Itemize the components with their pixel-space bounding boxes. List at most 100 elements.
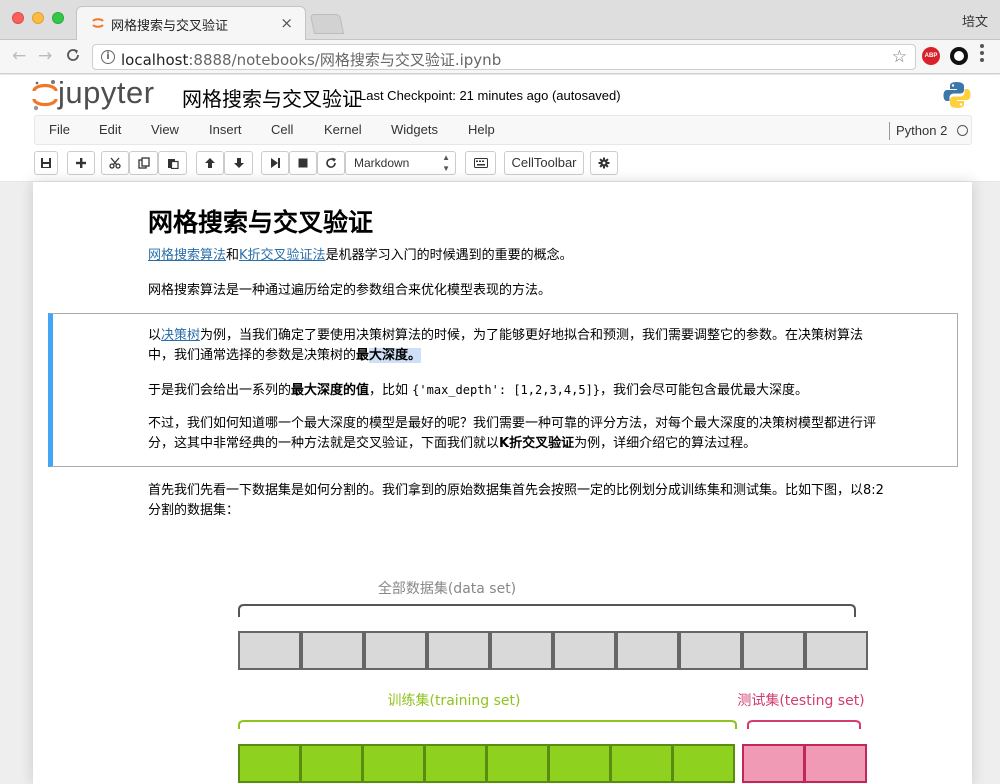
jupyter-favicon-icon	[92, 18, 104, 28]
cell-paragraph-3: 不过，我们如何知道哪一个最大深度的模型是最好的呢？我们需要一种可靠的评分方法，对…	[148, 414, 876, 454]
browser-tab[interactable]: 网格搜索与交叉验证 ×	[76, 6, 306, 40]
forward-arrow-icon[interactable]: →	[38, 46, 52, 66]
dataset-block	[238, 631, 301, 670]
insert-cell-button[interactable]	[67, 151, 95, 175]
save-button[interactable]	[34, 151, 58, 175]
dataset-split-svg: 全部数据集(data set) 训练集(training set) 测试集(te…	[238, 580, 868, 783]
paste-button[interactable]	[158, 151, 187, 175]
training-block	[238, 744, 301, 783]
tab-close-icon[interactable]: ×	[280, 14, 293, 32]
restart-icon	[326, 157, 336, 168]
cut-button[interactable]	[101, 151, 129, 175]
back-arrow-icon[interactable]: ←	[12, 46, 26, 66]
intro-and: 和	[226, 248, 240, 263]
dataset-block	[553, 631, 616, 670]
copy-button[interactable]	[129, 151, 158, 175]
menu-widgets[interactable]: Widgets	[391, 122, 438, 137]
dataset-block	[364, 631, 427, 670]
celltoolbar-button[interactable]: CellToolbar	[504, 151, 584, 175]
adblock-icon[interactable]: ABP	[922, 47, 940, 65]
restart-kernel-button[interactable]	[317, 151, 345, 175]
intro-rest: 是机器学习入门的时候遇到的重要的概念。	[325, 248, 573, 263]
training-block	[672, 744, 735, 783]
new-tab-button[interactable]	[309, 14, 345, 34]
cell-type-select[interactable]: Markdown ▲ ▼	[345, 151, 456, 175]
intro-paragraph: 网格搜索算法和K折交叉验证法是机器学习入门的时候遇到的重要的概念。	[148, 246, 573, 266]
jupyter-logo-icon[interactable]	[32, 78, 58, 112]
dataset-block	[616, 631, 679, 670]
command-palette-button[interactable]	[465, 151, 496, 175]
testing-set-brace	[747, 720, 861, 729]
menu-edit[interactable]: Edit	[99, 122, 121, 137]
browser-address-bar: ← → i localhost:8888/notebooks/网格搜索与交叉验证…	[0, 40, 1000, 74]
move-down-button[interactable]	[224, 151, 253, 175]
move-up-button[interactable]	[196, 151, 224, 175]
grid-search-link[interactable]: 网格搜索算法	[148, 248, 226, 263]
paste-icon	[167, 159, 179, 170]
all-dataset-row	[238, 631, 868, 670]
training-block	[486, 744, 549, 783]
minimize-window-button[interactable]	[32, 12, 44, 24]
p4-line2: 分割的数据集：	[148, 503, 240, 518]
close-window-button[interactable]	[12, 12, 24, 24]
notebook-name[interactable]: 网格搜索与交叉验证	[182, 83, 362, 112]
cut-icon	[109, 157, 121, 169]
step-forward-icon	[271, 158, 280, 168]
grid-search-paragraph: 网格搜索算法是一种通过遍历给定的参数组合来优化模型表现的方法。	[148, 283, 552, 298]
settings-button[interactable]	[590, 151, 618, 175]
interrupt-kernel-button[interactable]	[289, 151, 317, 175]
split-dataset-row	[238, 744, 867, 783]
dataset-block	[679, 631, 742, 670]
dataset-split-diagram: 全部数据集(data set) 训练集(training set) 测试集(te…	[33, 562, 972, 784]
reload-icon[interactable]	[65, 47, 81, 63]
maximize-window-button[interactable]	[52, 12, 64, 24]
all-dataset-brace	[238, 604, 856, 617]
profile-name[interactable]: 培文	[962, 11, 988, 30]
menu-help[interactable]: Help	[468, 122, 495, 137]
decision-tree-link[interactable]: 决策树	[161, 328, 200, 343]
extension-icon[interactable]	[950, 47, 968, 65]
p3-a: 分，这其中非常经典的一种方法就是交叉验证，下面我们就以	[148, 436, 500, 451]
browser-menu-icon[interactable]	[980, 44, 986, 65]
p2-c: ，我们会尽可能包含最优最大深度。	[600, 383, 809, 398]
checkpoint-status: Last Checkpoint: 21 minutes ago (autosav…	[359, 88, 621, 103]
menu-insert[interactable]: Insert	[209, 122, 242, 137]
p2-bold: 最大深度的值	[291, 383, 370, 398]
training-block	[362, 744, 425, 783]
dataset-block	[805, 631, 868, 670]
dataset-block	[427, 631, 490, 670]
p1-a: 以	[148, 328, 162, 343]
p1-bold-selected: 大深度。	[369, 348, 422, 363]
training-block	[548, 744, 611, 783]
p4-line1: 首先我们先看一下数据集是如何分割的。我们拿到的原始数据集首先会按照一定的比例划分…	[148, 483, 884, 498]
menu-kernel[interactable]: Kernel	[324, 122, 362, 137]
url-input[interactable]: i localhost:8888/notebooks/网格搜索与交叉验证.ipy…	[92, 44, 916, 70]
menu-view[interactable]: View	[151, 122, 179, 137]
python-logo-icon	[943, 82, 971, 108]
kfold-link[interactable]: K折交叉验证法	[239, 248, 326, 263]
training-set-brace	[238, 720, 737, 729]
run-cell-button[interactable]	[261, 151, 289, 175]
menu-file[interactable]: File	[49, 122, 70, 137]
tab-title: 网格搜索与交叉验证	[111, 19, 229, 34]
url-path: :8888/notebooks/网格搜索与交叉验证.ipynb	[188, 51, 502, 69]
dataset-block	[301, 631, 364, 670]
menu-cell[interactable]: Cell	[271, 122, 293, 137]
testing-block	[804, 744, 867, 783]
kernel-name[interactable]: Python 2	[896, 123, 947, 138]
notebook-area[interactable]: 网格搜索与交叉验证 网格搜索算法和K折交叉验证法是机器学习入门的时候遇到的重要的…	[0, 182, 1000, 784]
notebook-heading: 网格搜索与交叉验证	[148, 208, 374, 237]
testing-set-label: 测试集(testing set)	[737, 692, 864, 709]
training-block	[424, 744, 487, 783]
copy-icon	[137, 157, 150, 169]
plus-icon	[76, 158, 86, 168]
notebook-container: 网格搜索与交叉验证 网格搜索算法和K折交叉验证法是机器学习入门的时候遇到的重要的…	[33, 182, 972, 784]
jupyter-logo-text[interactable]: jupyter	[58, 75, 155, 111]
p1-b: 为例，当我们确定了要使用决策树算法的时候，为了能够更好地拟合和预测，我们需要调整…	[200, 328, 864, 343]
info-icon[interactable]: i	[101, 50, 115, 64]
p1-c: 中，我们通常选择的参数是决策树的	[148, 348, 357, 363]
select-caret-icon: ▲ ▼	[442, 153, 450, 173]
bookmark-star-icon[interactable]: ☆	[892, 47, 907, 67]
menu-bar: File Edit View Insert Cell Kernel Widget…	[34, 115, 972, 145]
dataset-block	[490, 631, 553, 670]
